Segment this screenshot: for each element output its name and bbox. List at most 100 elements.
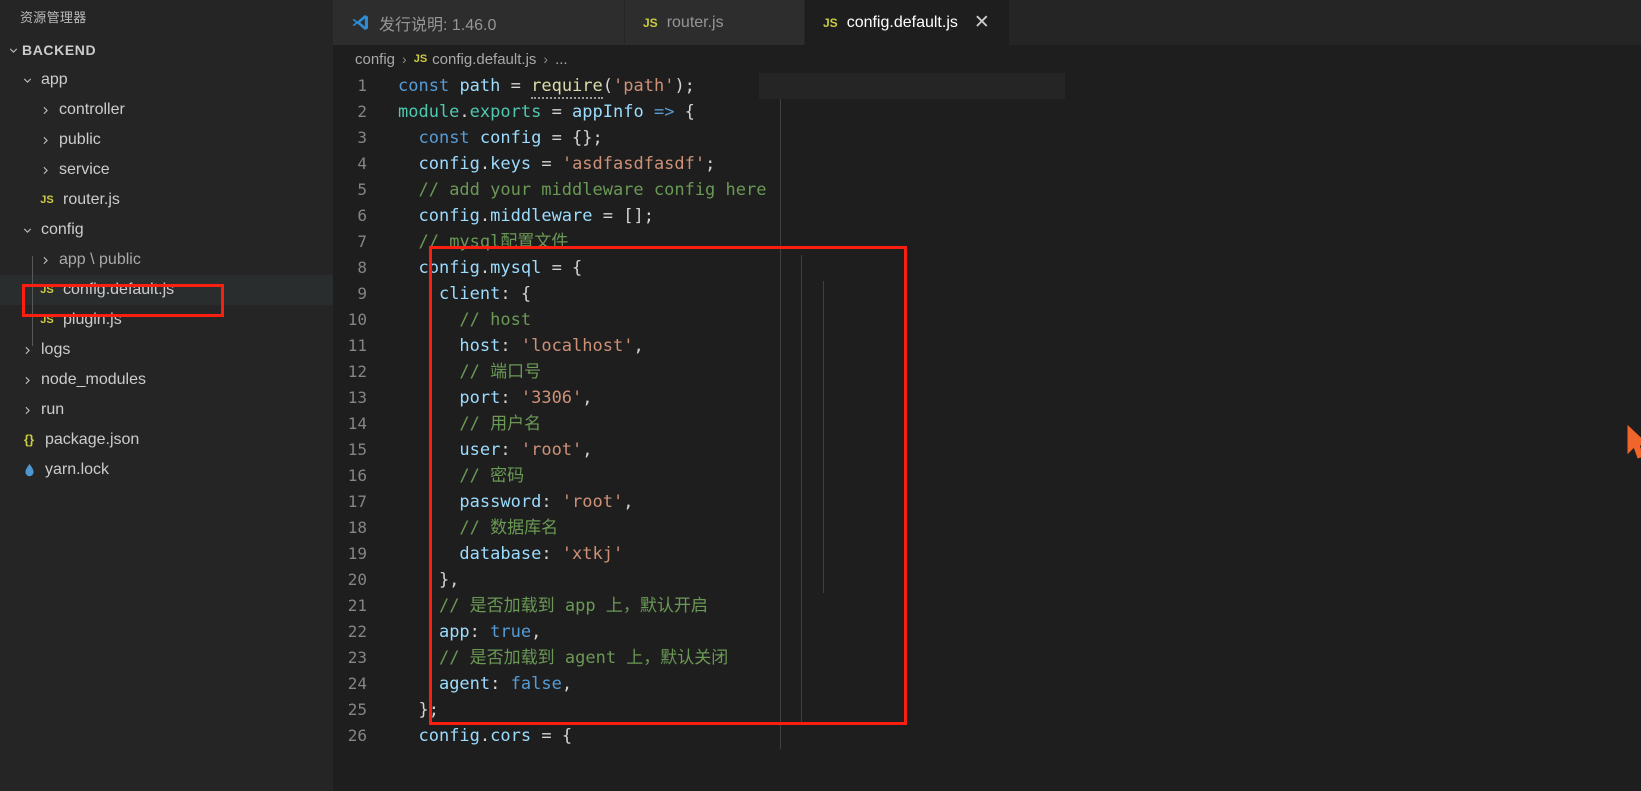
code-line: 12 // 端口号 [333, 359, 1641, 385]
code-token: appInfo [572, 102, 644, 122]
code-text[interactable]: database: 'xtkj' [393, 541, 1641, 567]
tab-router-js[interactable]: JS router.js [625, 0, 805, 45]
code-token: require [531, 76, 603, 99]
code-text[interactable]: // 密码 [393, 463, 1641, 489]
code-token: port [459, 388, 501, 408]
code-token: : [490, 674, 511, 694]
code-token: => [653, 102, 675, 122]
code-text[interactable]: port: '3306', [393, 385, 1641, 411]
sidebar-item-yarn-lock[interactable]: yarn.lock [0, 455, 333, 485]
code-editor[interactable]: 1 const path = require('path'); 2 module.ex… [333, 73, 1641, 791]
sidebar-item-config-default-js[interactable]: JS config.default.js [0, 275, 333, 305]
code-text[interactable]: // 用户名 [393, 411, 1641, 437]
sidebar-item-label: public [59, 131, 101, 148]
chevron-down-icon [18, 215, 36, 245]
editor-area: 发行说明: 1.46.0 JS router.js JS config.defa… [333, 0, 1641, 791]
code-token: '3306' [520, 388, 583, 408]
close-icon[interactable]: ✕ [974, 13, 990, 32]
sidebar-item-public[interactable]: public [0, 125, 333, 155]
code-text[interactable]: // 是否加载到 agent 上，默认关闭 [393, 645, 1641, 671]
code-token: 'path' [613, 76, 675, 96]
breadcrumb-folder[interactable]: config [355, 51, 395, 68]
code-line: 13 port: '3306', [333, 385, 1641, 411]
code-token: user [459, 440, 501, 460]
code-token: ); [674, 76, 695, 96]
line-number: 21 [347, 596, 367, 615]
sidebar-item-label: config.default.js [63, 281, 175, 298]
line-number: 9 [357, 284, 367, 303]
chevron-down-icon [4, 35, 22, 65]
breadcrumb-file[interactable]: config.default.js [432, 51, 536, 68]
sidebar-item-package-json[interactable]: {} package.json [0, 425, 333, 455]
line-number: 14 [347, 414, 367, 433]
code-token: = [500, 76, 532, 96]
sidebar-item-router-js[interactable]: JS router.js [0, 185, 333, 215]
chevron-right-icon [36, 95, 54, 125]
sidebar-item-service[interactable]: service [0, 155, 333, 185]
code-token: const [418, 128, 470, 148]
explorer-root-backend[interactable]: BACKEND [0, 35, 333, 65]
sidebar-item-app[interactable]: app [0, 65, 333, 95]
code-token: 'root' [561, 492, 624, 512]
tab-release-notes[interactable]: 发行说明: 1.46.0 [333, 0, 625, 45]
sidebar-item-plugin-js[interactable]: JS plugin.js [0, 305, 333, 335]
chevron-right-icon: › [402, 51, 407, 67]
code-text[interactable]: config.mysql = { [393, 255, 1641, 281]
code-token: module [398, 102, 460, 122]
code-token: . [479, 206, 491, 226]
code-line: 23 // 是否加载到 agent 上，默认关闭 [333, 645, 1641, 671]
code-text[interactable]: client: { [393, 281, 1641, 307]
line-number: 8 [357, 258, 367, 277]
code-text[interactable]: config.middleware = []; [393, 203, 1641, 229]
code-text[interactable]: password: 'root', [393, 489, 1641, 515]
code-text[interactable]: // host [393, 307, 1641, 333]
breadcrumb-ellipsis[interactable]: ... [555, 51, 568, 68]
code-token: . [459, 102, 470, 122]
line-number: 4 [357, 154, 367, 173]
sidebar-item-controller[interactable]: controller [0, 95, 333, 125]
code-line: 26 config.cors = { [333, 723, 1641, 749]
code-token: middleware [490, 206, 593, 226]
code-lines: 1 const path = require('path'); 2 module.ex… [333, 73, 1641, 749]
code-text[interactable]: // add your middleware config here [393, 177, 1641, 203]
sidebar-item-label: yarn.lock [45, 461, 110, 478]
code-text[interactable]: }; [393, 697, 1641, 723]
code-token: . [479, 726, 491, 746]
code-text[interactable]: user: 'root', [393, 437, 1641, 463]
sidebar-item-label: run [41, 401, 65, 418]
sidebar-item-run[interactable]: run [0, 395, 333, 425]
code-text[interactable]: config.cors = { [393, 723, 1641, 749]
chevron-down-icon [18, 65, 36, 95]
sidebar-item-config[interactable]: config [0, 215, 333, 245]
code-text[interactable]: // 数据库名 [393, 515, 1641, 541]
code-text[interactable]: // 是否加载到 app 上，默认开启 [393, 593, 1641, 619]
line-number: 12 [347, 362, 367, 381]
chevron-right-icon [18, 365, 36, 395]
code-text[interactable]: agent: false, [393, 671, 1641, 697]
code-text[interactable]: }, [393, 567, 1641, 593]
code-text[interactable]: module.exports = appInfo => { [393, 99, 1641, 125]
code-token: // add your middleware config here [418, 180, 767, 200]
code-text[interactable]: host: 'localhost', [393, 333, 1641, 359]
tab-config-default-js[interactable]: JS config.default.js ✕ [805, 0, 1010, 45]
code-text[interactable]: app: true, [393, 619, 1641, 645]
code-text[interactable]: // mysql配置文件 [393, 229, 1641, 255]
code-text[interactable]: // 端口号 [393, 359, 1641, 385]
sidebar-item-logs[interactable]: logs [0, 335, 333, 365]
code-text[interactable]: config.keys = 'asdfasdfasdf'; [393, 151, 1641, 177]
json-file-icon: {} [23, 432, 35, 447]
code-token: password [459, 492, 542, 512]
chevron-right-icon [18, 395, 36, 425]
line-number: 19 [347, 544, 367, 563]
sidebar-item-node-modules[interactable]: node_modules [0, 365, 333, 395]
code-text[interactable]: const path = require('path'); [393, 73, 1641, 99]
sidebar-item-app-public[interactable]: app \ public [0, 245, 333, 275]
code-text[interactable]: const config = {}; [393, 125, 1641, 151]
code-token: : [500, 440, 521, 460]
